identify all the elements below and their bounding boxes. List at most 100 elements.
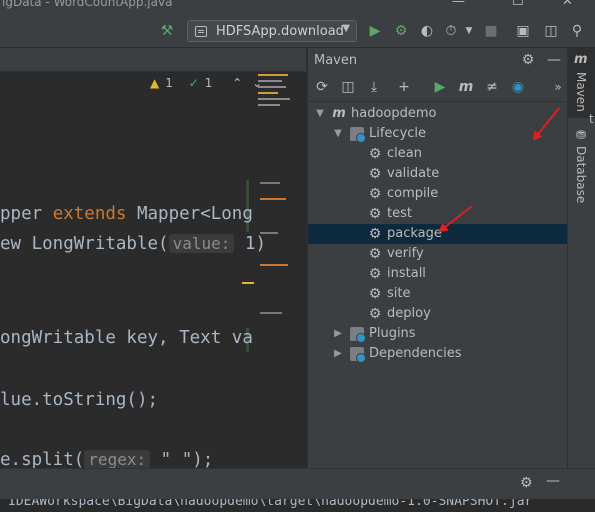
minimap-line: [258, 80, 282, 82]
tree-item-label: hadoopdemo: [351, 106, 437, 121]
tree-item-goal-install[interactable]: ⚙ install: [308, 264, 568, 284]
tree-item-label: compile: [387, 186, 439, 201]
tree-item-label: site: [387, 286, 411, 301]
run-icon[interactable]: ▶: [364, 20, 386, 42]
tree-item-goal-site[interactable]: ⚙ site: [308, 284, 568, 304]
minimize-button[interactable]: —: [452, 0, 465, 9]
title-bar: igData - WordCountApp.java — ☐ ✕: [0, 0, 595, 14]
minimap-line: [258, 92, 278, 94]
close-button[interactable]: ✕: [562, 0, 573, 9]
add-icon[interactable]: +: [394, 77, 414, 97]
minimap-line: [260, 312, 282, 314]
gear-icon: ⚙: [368, 186, 382, 202]
run-config-icon: [195, 26, 207, 37]
tree-item-goal-verify[interactable]: ⚙ verify: [308, 244, 568, 264]
tree-item-label: verify: [387, 246, 424, 261]
tree-item-goal-deploy[interactable]: ⚙ deploy: [308, 304, 568, 324]
hammer-icon[interactable]: ⚒: [156, 20, 178, 42]
warning-count: 1: [165, 76, 173, 90]
execute-goal-icon[interactable]: m: [456, 77, 476, 97]
code-line: ongWritable key, Text va: [0, 328, 253, 348]
previous-highlight-icon[interactable]: ⌃: [232, 76, 242, 90]
gear-icon: ⚙: [368, 286, 382, 302]
gear-icon[interactable]: ⚙: [518, 50, 538, 70]
gear-icon: ⚙: [368, 266, 382, 282]
run-icon[interactable]: ▶: [430, 77, 450, 97]
hide-panel-icon[interactable]: —: [546, 473, 560, 489]
code-minimap[interactable]: [256, 72, 306, 468]
gear-icon: ⚙: [368, 246, 382, 262]
stop-icon[interactable]: ■: [480, 20, 502, 42]
maven-tab-icon: m: [574, 52, 588, 67]
tree-item-dependencies[interactable]: ▶ Dependencies: [308, 344, 568, 364]
hide-panel-icon[interactable]: —: [544, 50, 564, 70]
minimap-line: [260, 182, 280, 184]
code-line: lue.toString();: [0, 390, 159, 410]
run-config-label: HDFSApp.download: [216, 24, 344, 39]
warning-icon: ▲: [150, 76, 160, 90]
folder-icon: [350, 347, 366, 363]
chevron-down-icon[interactable]: ▼: [458, 20, 480, 42]
maven-panel: Maven ⚙ — ⟳ ◫ ⤓ + ▶ m ≠ ◉ » ▼ m hadoopde…: [307, 48, 568, 468]
tree-item-label: package: [387, 226, 442, 241]
reload-icon[interactable]: ⟳: [312, 77, 332, 97]
parameter-hint: regex:: [84, 450, 151, 468]
generate-sources-icon[interactable]: ◫: [338, 77, 358, 97]
gear-icon: ⚙: [368, 206, 382, 222]
editor-scrollbar[interactable]: [300, 72, 306, 468]
code-editor[interactable]: ▲ 1 ✓ 1 ⌃ ⌄ pper extends Mapper<Long ew Lo…: [0, 48, 306, 468]
tree-item-goal-clean[interactable]: ⚙ clean: [308, 144, 568, 164]
folder-icon: [350, 327, 366, 343]
minimap-line: [260, 232, 278, 234]
inspection-widget[interactable]: ▲ 1 ✓ 1 ⌃ ⌄: [150, 76, 268, 96]
download-icon[interactable]: ⤓: [364, 77, 384, 97]
tree-item-goal-test[interactable]: ⚙ test: [308, 204, 568, 224]
minimap-line: [258, 74, 288, 76]
tree-item-label: Dependencies: [369, 346, 462, 361]
tree-item-goal-compile[interactable]: ⚙ compile: [308, 184, 568, 204]
skip-tests-icon[interactable]: ◉: [508, 77, 528, 97]
weak-warning-count: 1: [204, 76, 213, 90]
window-title: igData - WordCountApp.java: [2, 0, 173, 9]
project-structure-icon[interactable]: ▣: [512, 20, 534, 42]
output-path-text: IDEAWorkspace\BigData\hadoopdemo\target\…: [8, 499, 533, 509]
tree-item-label: install: [387, 266, 426, 281]
minimap-line: [260, 198, 286, 200]
code-line: e.split(regex: " ");: [0, 450, 214, 468]
chevron-down-icon: ▼: [342, 23, 350, 34]
tree-item-lifecycle[interactable]: ▼ Lifecycle: [308, 124, 568, 144]
gear-icon[interactable]: ⚙: [520, 475, 533, 491]
toggle-offline-icon[interactable]: ≠: [482, 77, 502, 97]
chevron-right-icon[interactable]: ▶: [332, 344, 344, 364]
tree-item-label: clean: [387, 146, 422, 161]
gear-icon: ⚙: [368, 306, 382, 322]
cut-off-label: t: [589, 112, 594, 126]
maven-toolbar: ⟳ ◫ ⤓ + ▶ m ≠ ◉ »: [308, 72, 568, 102]
weak-warning-icon: ✓: [188, 76, 199, 90]
maven-header: Maven ⚙ —: [308, 48, 568, 72]
chevron-right-icon[interactable]: ▶: [332, 324, 344, 344]
maven-tool-tab[interactable]: m Maven: [568, 48, 595, 118]
coverage-icon[interactable]: ◐: [416, 20, 438, 42]
tree-item-project[interactable]: ▼ m hadoopdemo: [308, 104, 568, 124]
gear-icon: ⚙: [368, 166, 382, 182]
tree-item-label: validate: [387, 166, 440, 181]
tree-item-plugins[interactable]: ▶ Plugins: [308, 324, 568, 344]
folder-icon: [350, 127, 366, 143]
maximize-button[interactable]: ☐: [512, 0, 524, 9]
output-path-line: IDEAWorkspace\BigData\hadoopdemo\target\…: [0, 499, 595, 512]
chevron-down-icon[interactable]: ▼: [314, 104, 326, 124]
gear-icon: ⚙: [368, 226, 382, 242]
more-actions-icon[interactable]: »: [548, 77, 568, 97]
minimap-line: [258, 104, 280, 106]
database-icon: ⛃: [576, 128, 587, 142]
tree-item-goal-validate[interactable]: ⚙ validate: [308, 164, 568, 184]
run-configuration-select[interactable]: HDFSApp.download ▼: [187, 20, 357, 42]
database-tab-label: Database: [574, 146, 588, 204]
chevron-down-icon[interactable]: ▼: [332, 124, 344, 144]
editor-tab-bar: [0, 48, 306, 72]
caret-marker: [242, 282, 254, 284]
debug-icon[interactable]: ⚙: [390, 20, 412, 42]
search-icon[interactable]: ⚲: [566, 20, 588, 42]
layout-icon[interactable]: ◫: [540, 20, 562, 42]
